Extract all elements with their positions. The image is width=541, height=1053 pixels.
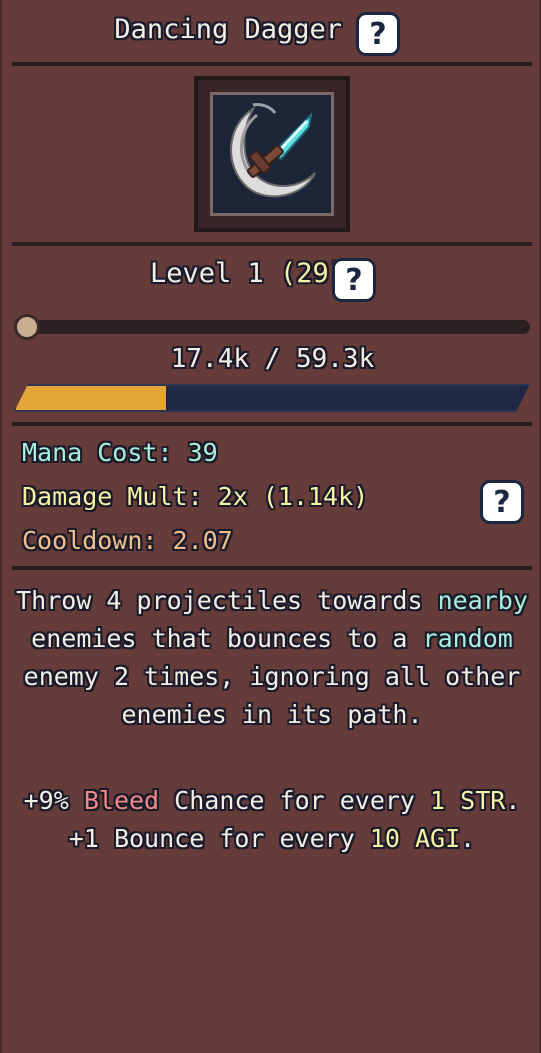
cooldown-value: 2.07 xyxy=(172,526,233,555)
level-slider-track[interactable] xyxy=(16,320,530,334)
damage-mult-stat: Damage Mult: 2x (1.14k) xyxy=(22,482,368,511)
help-question-glyph: ? xyxy=(369,16,387,52)
stats-help-icon[interactable]: ? xyxy=(480,480,524,524)
description-line: enemy 2 times, ignoring all other xyxy=(23,662,521,691)
help-question-glyph: ? xyxy=(345,262,363,298)
xp-progress-fill xyxy=(16,386,166,410)
description-line: enemies that bounces to a random xyxy=(31,624,513,653)
bounce-scaling-line: +1 Bounce for every 10 AGI. xyxy=(68,824,476,853)
keyword-random: random xyxy=(422,624,513,653)
mana-cost-label: Mana Cost: xyxy=(22,438,173,467)
cooldown-stat: Cooldown: 2.07 xyxy=(22,526,233,555)
keyword-agi: 10 AGI xyxy=(369,824,461,853)
damage-mult-label: Damage Mult: xyxy=(22,482,203,511)
skill-icon-frame xyxy=(194,76,350,232)
divider xyxy=(12,62,532,66)
xp-text: 17.4k / 59.3k xyxy=(170,344,375,374)
scaling-bonuses: +9% Bleed Chance for every 1 STR. +1 Bou… xyxy=(12,782,532,858)
help-question-glyph: ? xyxy=(493,484,511,520)
skill-title: Dancing Dagger xyxy=(114,14,342,45)
mana-cost-value: 39 xyxy=(187,438,218,467)
xp-progress-bar xyxy=(14,384,530,412)
level-row: Level 1 (29) xyxy=(2,258,541,289)
dancing-dagger-icon xyxy=(230,103,316,198)
divider xyxy=(12,422,532,426)
description-line: Throw 4 projectiles towards nearby xyxy=(16,586,528,615)
keyword-str: 1 STR xyxy=(430,786,506,815)
bleed-scaling-line: +9% Bleed Chance for every 1 STR. xyxy=(23,786,521,815)
level-help-icon[interactable]: ? xyxy=(332,258,376,302)
divider xyxy=(12,242,532,246)
divider xyxy=(12,566,532,570)
keyword-bleed: Bleed xyxy=(83,786,160,815)
level-slider-handle[interactable] xyxy=(14,314,40,340)
keyword-nearby: nearby xyxy=(437,586,528,615)
level-label: Level 1 xyxy=(149,258,264,289)
skill-detail-panel: Dancing Dagger ? Level 1 (29) ? 17.4k / … xyxy=(0,0,541,1053)
skill-icon-box xyxy=(210,92,334,216)
cooldown-label: Cooldown: xyxy=(22,526,158,555)
description-line: enemies in its path. xyxy=(121,700,423,729)
skill-help-icon[interactable]: ? xyxy=(356,12,400,56)
mana-cost-stat: Mana Cost: 39 xyxy=(22,438,218,467)
damage-mult-value: 2x (1.14k) xyxy=(217,482,369,511)
skill-description: Throw 4 projectiles towards nearby enemi… xyxy=(12,582,532,734)
